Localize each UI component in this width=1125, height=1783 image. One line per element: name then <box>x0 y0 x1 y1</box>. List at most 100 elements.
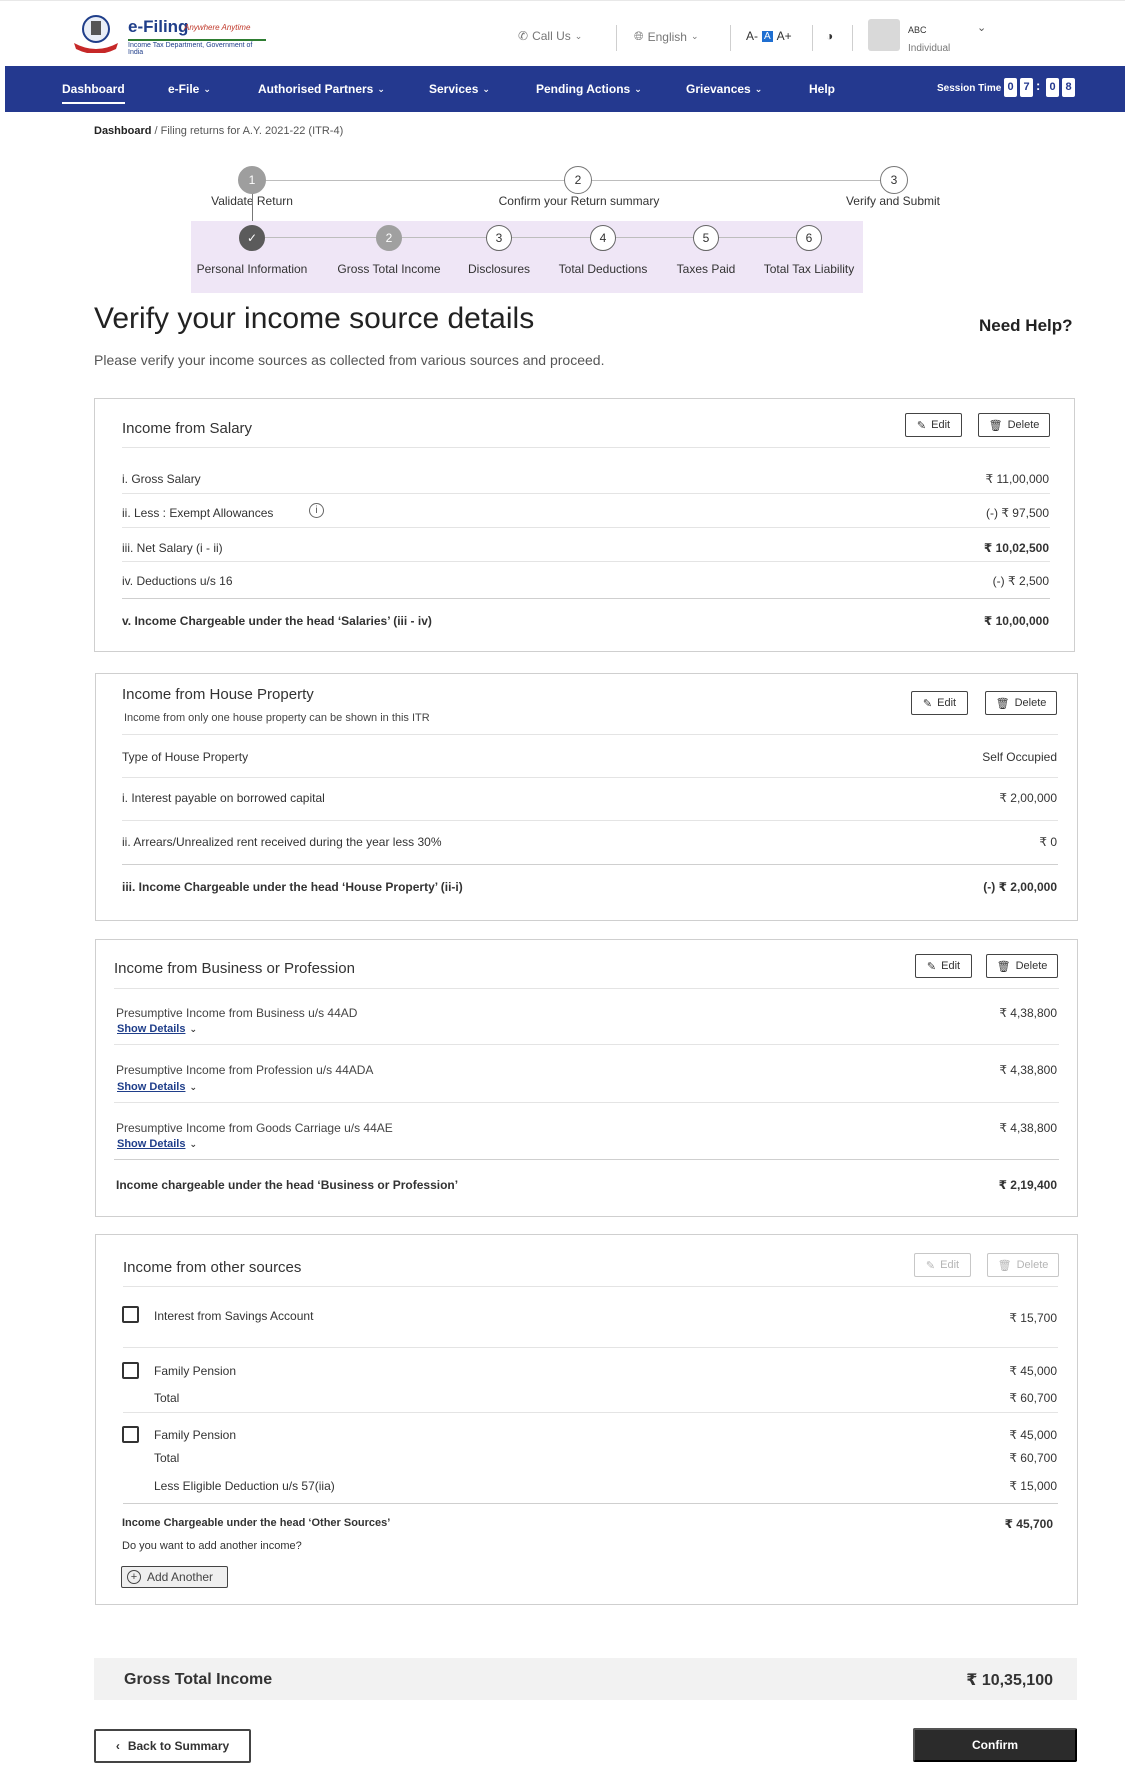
row-value: (-) ₹ 97,500 <box>986 506 1049 520</box>
delete-button[interactable]: 🗑︎ Delete <box>978 413 1050 437</box>
info-icon[interactable]: i <box>309 503 324 518</box>
substep-3-circle: 3 <box>486 225 512 251</box>
nav-item-help[interactable]: Help <box>809 82 835 96</box>
row-label: iv. Deductions u/s 16 <box>122 574 233 588</box>
session-colon: : <box>1036 78 1041 93</box>
trash-icon: 🗑︎ <box>997 1259 1012 1272</box>
interest-checkbox[interactable] <box>122 1306 139 1323</box>
emblem-logo <box>74 15 118 53</box>
row-divider <box>122 527 1050 528</box>
add-another-label: Add Another <box>147 1570 214 1584</box>
delete-label: Delete <box>1015 960 1048 972</box>
session-digit: 7 <box>1020 78 1033 97</box>
substep-line <box>252 237 808 238</box>
edit-label: Edit <box>931 419 951 431</box>
delete-label: Delete <box>1016 1259 1049 1271</box>
substep-4-label: Total Deductions <box>558 262 648 276</box>
nav-item-services[interactable]: Services ⌄ <box>429 82 490 96</box>
delete-label: Delete <box>1007 419 1040 431</box>
row-divider <box>122 820 1058 821</box>
language-selector[interactable]: 🌐︎ English ⌄ <box>634 29 699 44</box>
row-divider <box>122 561 1050 562</box>
chevron-down-icon[interactable]: ⌄ <box>977 21 986 34</box>
trash-icon: 🗑︎ <box>988 419 1003 432</box>
show-details-link[interactable]: Show Details ⌄ <box>117 1138 197 1150</box>
chevron-down-icon: ⌄ <box>574 30 583 41</box>
nav-item-efile[interactable]: e-File ⌄ <box>168 82 211 96</box>
row-label: i. Interest payable on borrowed capital <box>122 791 325 805</box>
row-divider <box>114 1159 1059 1160</box>
font-normal-button[interactable]: A <box>762 30 773 42</box>
page-title: Verify your income source details <box>94 302 535 335</box>
row-value: ₹ 15,700 <box>1009 1311 1057 1325</box>
delete-button[interactable]: 🗑︎ Delete <box>986 954 1058 978</box>
session-digit: 0 <box>1046 78 1059 97</box>
show-details-link[interactable]: Show Details ⌄ <box>117 1081 197 1093</box>
chevron-down-icon: ⌄ <box>203 83 211 94</box>
row-label: ii. Less : Exempt Allowances <box>122 506 274 520</box>
delete-button[interactable]: 🗑︎ Delete <box>985 691 1057 715</box>
session-time-label: Session Time <box>937 83 1002 94</box>
plus-circle-icon: + <box>127 1570 141 1584</box>
step-2-label: Confirm your Return summary <box>498 194 660 208</box>
row-label: Interest from Savings Account <box>154 1309 314 1323</box>
edit-button[interactable]: ✎ Edit <box>915 954 972 978</box>
need-help-link[interactable]: Need Help? <box>979 316 1073 336</box>
card-divider <box>122 447 1050 448</box>
row-value: (-) ₹ 2,500 <box>992 574 1049 588</box>
add-another-button[interactable]: + Add Another <box>121 1566 228 1588</box>
gross-total-bar: Gross Total Income ₹ 10,35,100 <box>94 1658 1077 1700</box>
nav-item-grievances[interactable]: Grievances ⌄ <box>686 82 762 96</box>
call-us-label: Call Us <box>532 29 571 43</box>
chevron-down-icon: ⌄ <box>482 83 490 94</box>
pencil-icon: ✎ <box>922 697 933 710</box>
pencil-icon: ✎ <box>926 960 937 973</box>
substep-5-label: Taxes Paid <box>676 262 736 276</box>
family-pension-checkbox[interactable] <box>122 1362 139 1379</box>
back-to-summary-button[interactable]: ‹ Back to Summary <box>94 1729 251 1763</box>
nav-item-dashboard[interactable]: Dashboard <box>62 82 125 104</box>
nav-item-pending-actions[interactable]: Pending Actions ⌄ <box>536 82 642 96</box>
substep-1-label: Personal Information <box>196 262 308 276</box>
card-title: Income from Business or Profession <box>114 960 355 977</box>
row-value: ₹ 0 <box>1039 835 1057 849</box>
font-decrease-button[interactable]: A- <box>746 29 758 43</box>
card-title: Income from Salary <box>122 420 253 437</box>
family-pension-checkbox[interactable] <box>122 1426 139 1443</box>
pencil-icon: ✎ <box>916 419 927 432</box>
edit-button[interactable]: ✎ Edit <box>911 691 968 715</box>
show-details-link[interactable]: Show Details ⌄ <box>117 1023 197 1035</box>
row-divider <box>114 1044 1059 1045</box>
nav-label: Authorised Partners <box>258 82 374 96</box>
font-increase-button[interactable]: A+ <box>777 29 792 43</box>
edit-button[interactable]: ✎ Edit <box>914 1253 971 1277</box>
breadcrumb-dashboard-link[interactable]: Dashboard <box>94 125 151 137</box>
row-value: ₹ 60,700 <box>1009 1451 1057 1465</box>
card-note: Income from only one house property can … <box>124 712 430 724</box>
avatar[interactable] <box>868 19 900 51</box>
edit-button[interactable]: ✎ Edit <box>905 413 962 437</box>
pencil-icon: ✎ <box>925 1259 936 1272</box>
row-value: ₹ 60,700 <box>1009 1391 1057 1405</box>
row-divider <box>122 493 1050 494</box>
edit-label: Edit <box>937 697 957 709</box>
confirm-button[interactable]: Confirm <box>913 1728 1077 1762</box>
header-divider <box>812 25 813 51</box>
substep-5-circle: 5 <box>693 225 719 251</box>
header-divider <box>616 25 617 51</box>
edit-label: Edit <box>941 960 961 972</box>
header-divider <box>852 25 853 51</box>
row-value: ₹ 4,38,800 <box>999 1063 1057 1077</box>
chevron-left-icon: ‹ <box>115 1739 120 1753</box>
nav-item-authorised-partners[interactable]: Authorised Partners ⌄ <box>258 82 385 96</box>
breadcrumb: Dashboard / Filing returns for A.Y. 2021… <box>94 125 343 137</box>
call-us-link[interactable]: ✆ Call Us ⌄ <box>518 29 582 43</box>
row-label: iii. Net Salary (i - ii) <box>122 541 223 555</box>
logo-tagline: Anywhere Anytime <box>184 23 251 32</box>
delete-button[interactable]: 🗑︎ Delete <box>987 1253 1059 1277</box>
delete-label: Delete <box>1014 697 1047 709</box>
back-label: Back to Summary <box>127 1739 230 1753</box>
substep-4-circle: 4 <box>590 225 616 251</box>
row-value: ₹ 11,00,000 <box>985 472 1049 486</box>
contrast-icon[interactable]: ◑ <box>826 29 833 43</box>
